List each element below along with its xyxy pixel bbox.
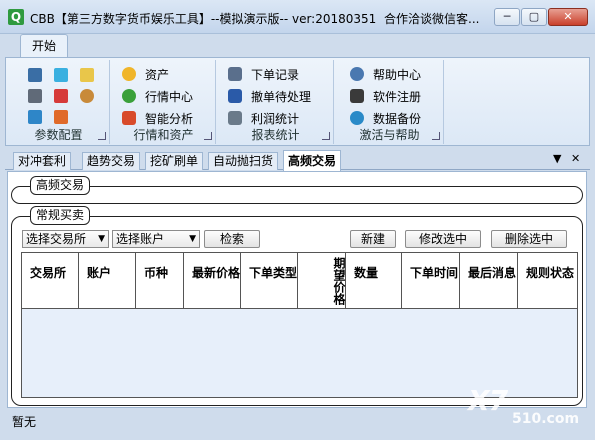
hf-section-title: 高频交易	[30, 176, 91, 195]
column-last-message[interactable]: 最后消息	[460, 253, 518, 309]
market-icon	[122, 89, 136, 103]
market-center-button[interactable]: 行情中心	[122, 88, 193, 105]
tab-hedge-arbitrage[interactable]: 对冲套利	[13, 152, 72, 170]
search-button[interactable]: 检索	[204, 230, 260, 248]
edit-selected-button[interactable]: 修改选中	[405, 230, 481, 248]
api-key-icon[interactable]	[54, 89, 68, 103]
tab-auto-sweep[interactable]: 自动抛扫货	[208, 152, 279, 170]
hf-section	[11, 186, 583, 204]
help-icon	[350, 67, 364, 81]
group-label: 参数配置	[34, 128, 83, 142]
account-icon[interactable]	[28, 89, 42, 103]
data-backup-button[interactable]: 数据备份	[350, 110, 421, 127]
delete-selected-button[interactable]: 删除选中	[491, 230, 567, 248]
column-account[interactable]: 账户	[79, 253, 136, 309]
strategy-icon[interactable]	[54, 110, 68, 124]
column-currency[interactable]: 币种	[136, 253, 184, 309]
chevron-down-icon: ▼	[189, 234, 196, 244]
register-button[interactable]: 软件注册	[350, 88, 421, 105]
exchange-icon[interactable]	[54, 68, 68, 82]
tab-close-icon[interactable]: ✕	[571, 152, 580, 165]
close-button[interactable]: ✕	[548, 8, 588, 26]
app-icon: Q	[8, 9, 24, 25]
user-icon[interactable]	[80, 89, 94, 103]
window-title: CBB【第三方数字货币娱乐工具】--模拟演示版-- ver:20180351	[30, 12, 377, 26]
order-list-icon	[228, 67, 242, 81]
group-label: 激活与帮助	[359, 128, 420, 142]
assets-button[interactable]: 资产	[122, 66, 169, 83]
settings-icon[interactable]	[80, 68, 94, 82]
group-activation-help: 帮助中心 软件注册 数据备份 激活与帮助	[336, 60, 444, 144]
column-rule-status[interactable]: 规则状态	[518, 253, 577, 309]
group-parameters: 参数配置	[8, 60, 110, 144]
tab-high-frequency[interactable]: 高频交易	[283, 150, 342, 171]
profit-chart-icon	[228, 111, 242, 125]
analysis-icon	[122, 111, 136, 125]
tab-trend-trading[interactable]: 趋势交易	[82, 152, 141, 170]
column-latest-price[interactable]: 最新价格	[184, 253, 241, 309]
network-icon[interactable]	[28, 110, 42, 124]
coin-icon	[122, 67, 136, 81]
group-launcher-icon[interactable]	[322, 132, 330, 140]
account-select[interactable]: 选择账户 ▼	[112, 230, 200, 248]
tab-mining[interactable]: 挖矿刷单	[145, 152, 204, 170]
smart-analysis-button[interactable]: 智能分析	[122, 110, 193, 127]
pending-cancel-button[interactable]: 撤单待处理	[228, 88, 311, 105]
column-exchange[interactable]: 交易所	[22, 253, 79, 309]
cancel-order-icon	[228, 89, 242, 103]
register-icon	[350, 89, 364, 103]
group-launcher-icon[interactable]	[98, 132, 106, 140]
column-order-time[interactable]: 下单时间	[402, 253, 460, 309]
regular-section-title: 常规买卖	[30, 206, 91, 225]
column-quantity[interactable]: 数量	[346, 253, 402, 309]
contact-info: 合作洽谈微信客...	[384, 12, 480, 26]
group-reports: 下单记录 撤单待处理 利润统计 报表统计	[218, 60, 334, 144]
group-launcher-icon[interactable]	[432, 132, 440, 140]
document-tab-bar: 对冲套利 趋势交易 挖矿刷单 自动抛扫货 高频交易 ▼ ✕	[5, 150, 590, 171]
new-button[interactable]: 新建	[350, 230, 396, 248]
group-label: 报表统计	[251, 128, 300, 142]
group-label: 行情和资产	[133, 128, 194, 142]
order-records-button[interactable]: 下单记录	[228, 66, 299, 83]
group-market-assets: 资产 行情中心 智能分析 行情和资产	[112, 60, 216, 144]
config-icon[interactable]	[28, 68, 42, 82]
profit-stats-button[interactable]: 利润统计	[228, 110, 299, 127]
table-header: 交易所 账户 币种 最新价格 下单类型 期望价格 数量 下单时间 最后消息 规则…	[22, 253, 577, 309]
backup-icon	[350, 111, 364, 125]
maximize-button[interactable]: ▢	[521, 8, 547, 26]
ribbon-tab-start[interactable]: 开始	[20, 34, 68, 58]
tab-menu-icon[interactable]: ▼	[553, 152, 561, 165]
status-text: 暂无	[12, 415, 37, 429]
exchange-select[interactable]: 选择交易所 ▼	[22, 230, 109, 248]
help-center-button[interactable]: 帮助中心	[350, 66, 421, 83]
column-expected-price[interactable]: 期望价格	[298, 253, 346, 309]
watermark-site: 510.com	[512, 411, 580, 427]
group-launcher-icon[interactable]	[204, 132, 212, 140]
content-panel: 高频交易 常规买卖 选择交易所 ▼ 选择账户 ▼ 检索 新建 修改选中 删除选中…	[7, 171, 587, 408]
ribbon: 参数配置 资产 行情中心 智能分析 行情和资产 下单记录 撤单待处理 利润统计 …	[5, 57, 590, 146]
column-order-type[interactable]: 下单类型	[241, 253, 298, 309]
chevron-down-icon: ▼	[98, 234, 105, 244]
title-bar: Q CBB【第三方数字货币娱乐工具】--模拟演示版-- ver:20180351…	[0, 0, 595, 34]
orders-table[interactable]: 交易所 账户 币种 最新价格 下单类型 期望价格 数量 下单时间 最后消息 规则…	[21, 252, 578, 398]
minimize-button[interactable]: ─	[494, 8, 520, 26]
watermark-logo: X7	[468, 384, 508, 417]
